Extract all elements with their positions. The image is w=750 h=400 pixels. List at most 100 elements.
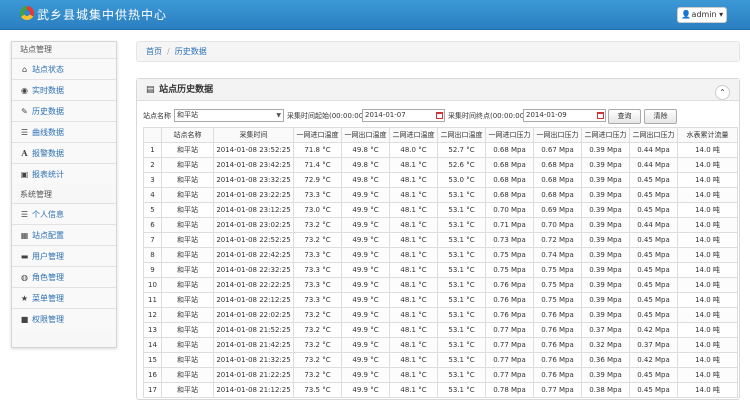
user-menu-button[interactable]: 👤 admin ▾ — [677, 7, 727, 23]
row-index-cell: 13 — [143, 322, 162, 338]
table-cell: 73.3 °C — [293, 247, 342, 263]
table-cell: 0.70 Mpa — [533, 217, 582, 233]
sidebar-item-realtime-data[interactable]: ◉ 实时数据 — [12, 79, 116, 100]
sidebar-item-report-stats[interactable]: ▣ 报表统计 — [12, 163, 116, 184]
sidebar-item-label: 权限管理 — [32, 315, 64, 324]
table-cell: 48.1 °C — [389, 382, 438, 398]
column-header[interactable]: 一网出口压力 — [533, 127, 582, 143]
table-cell: 49.9 °C — [341, 247, 390, 263]
sidebar-item-permission-manage[interactable]: ■ 权限管理 — [12, 308, 116, 329]
sidebar-item-station-status[interactable]: ⌂ 站点状态 — [12, 58, 116, 79]
table-row[interactable]: 14 和平站 2014-01-08 21:42:25 73.2 °C 49.9 °C 48… — [143, 337, 738, 353]
table-row[interactable]: 10 和平站 2014-01-08 22:22:25 73.3 °C 49.9 °C 48… — [143, 277, 738, 293]
table-cell: 2014-01-08 23:12:25 — [213, 202, 294, 218]
start-date-input[interactable]: 2014-01-07 — [362, 109, 445, 122]
table-row[interactable]: 7 和平站 2014-01-08 22:52:25 73.2 °C 49.9 °C 48.… — [143, 232, 738, 248]
table-row[interactable]: 4 和平站 2014-01-08 23:22:25 73.3 °C 49.9 °C 48.… — [143, 187, 738, 203]
sidebar-item-station-config[interactable]: ▦ 站点配置 — [12, 224, 116, 245]
table-cell: 49.9 °C — [341, 382, 390, 398]
table-cell: 2014-01-08 22:42:25 — [213, 247, 294, 263]
table-row[interactable]: 13 和平站 2014-01-08 21:52:25 73.2 °C 49.9 °C 48… — [143, 322, 738, 338]
column-header[interactable]: 二网进口温度 — [389, 127, 438, 143]
table-cell: 0.67 Mpa — [533, 142, 582, 158]
user-name: admin — [691, 10, 717, 19]
column-header[interactable]: 二网出口压力 — [629, 127, 678, 143]
table-cell: 2014-01-08 23:22:25 — [213, 187, 294, 203]
column-header[interactable]: 采集时间 — [213, 127, 294, 143]
column-header[interactable]: 二网进口压力 — [581, 127, 630, 143]
table-cell: 0.68 Mpa — [485, 172, 534, 188]
table-row[interactable]: 6 和平站 2014-01-08 23:02:25 73.2 °C 49.9 °C 48.… — [143, 217, 738, 233]
collapse-button[interactable]: ⌃ — [715, 85, 730, 100]
table-cell: 71.8 °C — [293, 142, 342, 158]
sidebar-section-title: 系统管理 — [20, 190, 52, 199]
sidebar-item-alarm-data[interactable]: A 报警数据 — [12, 142, 116, 163]
column-header[interactable]: 一网进口温度 — [293, 127, 342, 143]
table-cell: 0.45 Mpa — [629, 232, 678, 248]
chevron-down-icon: ▼ — [276, 112, 281, 119]
table-cell: 0.68 Mpa — [485, 157, 534, 173]
query-button[interactable]: 查询 — [608, 109, 641, 124]
table-row[interactable]: 17 和平站 2014-01-08 21:12:25 73.5 °C 49.9 °C 48… — [143, 382, 738, 398]
column-header[interactable]: 二网出口温度 — [437, 127, 486, 143]
row-index-cell: 6 — [143, 217, 162, 233]
calendar-icon[interactable] — [597, 112, 604, 119]
table-cell: 0.45 Mpa — [629, 202, 678, 218]
column-header[interactable]: 一网出口温度 — [341, 127, 390, 143]
station-select[interactable]: 和平站 ▼ — [174, 109, 284, 122]
table-row[interactable]: 15 和平站 2014-01-08 21:32:25 73.2 °C 49.9 °C 48… — [143, 352, 738, 368]
table-cell: 0.39 Mpa — [581, 232, 630, 248]
logo-icon — [20, 6, 34, 20]
table-cell: 0.45 Mpa — [629, 247, 678, 263]
table-cell: 0.68 Mpa — [533, 157, 582, 173]
column-header[interactable]: 站点名称 — [161, 127, 214, 143]
sidebar-item-label: 站点状态 — [32, 65, 64, 74]
table-cell: 0.77 Mpa — [485, 322, 534, 338]
table-body: 1 和平站 2014-01-08 23:52:25 71.8 °C 49.8 °C 48.… — [143, 142, 738, 398]
sidebar-item-label: 报警数据 — [32, 149, 64, 158]
table-cell: 73.2 °C — [293, 352, 342, 368]
row-index-cell: 15 — [143, 352, 162, 368]
clear-button[interactable]: 清除 — [644, 109, 677, 124]
table-row[interactable]: 2 和平站 2014-01-08 23:42:25 71.4 °C 49.8 °C 48.… — [143, 157, 738, 173]
table-cell: 14.0 吨 — [677, 382, 738, 398]
sidebar-item-menu-manage[interactable]: ★ 菜单管理 — [12, 287, 116, 308]
table-cell: 0.76 Mpa — [485, 292, 534, 308]
end-time-label: 采集时间终点(00:00:00) — [448, 112, 527, 120]
table-cell: 0.77 Mpa — [485, 352, 534, 368]
breadcrumb-current[interactable]: 历史数据 — [175, 47, 207, 56]
table-row[interactable]: 3 和平站 2014-01-08 23:32:25 72.9 °C 49.8 °C 48.… — [143, 172, 738, 188]
row-index-cell: 16 — [143, 367, 162, 383]
star-icon: ★ — [20, 294, 29, 303]
end-date-input[interactable]: 2014-01-09 — [523, 109, 606, 122]
end-date-value: 2014-01-09 — [526, 111, 567, 119]
breadcrumb-separator: / — [167, 47, 170, 56]
table-cell: 0.76 Mpa — [533, 337, 582, 353]
calendar-icon[interactable] — [436, 112, 443, 119]
column-header[interactable]: 一网进口压力 — [485, 127, 534, 143]
table-cell: 0.39 Mpa — [581, 142, 630, 158]
column-header[interactable] — [143, 127, 162, 143]
table-row[interactable]: 12 和平站 2014-01-08 22:02:25 73.2 °C 49.9 °C 48… — [143, 307, 738, 323]
table-row[interactable]: 1 和平站 2014-01-08 23:52:25 71.8 °C 49.8 °C 48.… — [143, 142, 738, 158]
breadcrumb-home-link[interactable]: 首页 — [146, 47, 162, 56]
history-panel: ▤ 站点历史数据 ⌃ 站点名称 和平站 ▼ 采集时间起始(00:00:00) 2… — [136, 78, 740, 400]
sidebar-item-personal-info[interactable]: ☰ 个人信息 — [12, 203, 116, 224]
table-cell: 73.2 °C — [293, 232, 342, 248]
table-cell: 和平站 — [161, 232, 214, 248]
table-cell: 和平站 — [161, 277, 214, 293]
table-cell: 73.5 °C — [293, 382, 342, 398]
table-row[interactable]: 5 和平站 2014-01-08 23:12:25 73.0 °C 49.9 °C 48.… — [143, 202, 738, 218]
table-cell: 53.1 °C — [437, 352, 486, 368]
table-row[interactable]: 9 和平站 2014-01-08 22:32:25 73.3 °C 49.9 °C 48.… — [143, 262, 738, 278]
sidebar-item-user-manage[interactable]: ▬ 用户管理 — [12, 245, 116, 266]
table-row[interactable]: 8 和平站 2014-01-08 22:42:25 73.3 °C 49.9 °C 48.… — [143, 247, 738, 263]
table-cell: 0.39 Mpa — [581, 307, 630, 323]
sidebar-item-role-manage[interactable]: ◍ 角色管理 — [12, 266, 116, 287]
table-row[interactable]: 16 和平站 2014-01-08 21:22:25 73.2 °C 49.9 °C 48… — [143, 367, 738, 383]
column-header[interactable]: 水表累计流量 — [677, 127, 738, 143]
table-row[interactable]: 11 和平站 2014-01-08 22:12:25 73.3 °C 49.9 °C 48… — [143, 292, 738, 308]
table-cell: 53.1 °C — [437, 217, 486, 233]
sidebar-item-history-data[interactable]: ✎ 历史数据 — [12, 100, 116, 121]
sidebar-item-curve-data[interactable]: ☰ 曲线数据 — [12, 121, 116, 142]
